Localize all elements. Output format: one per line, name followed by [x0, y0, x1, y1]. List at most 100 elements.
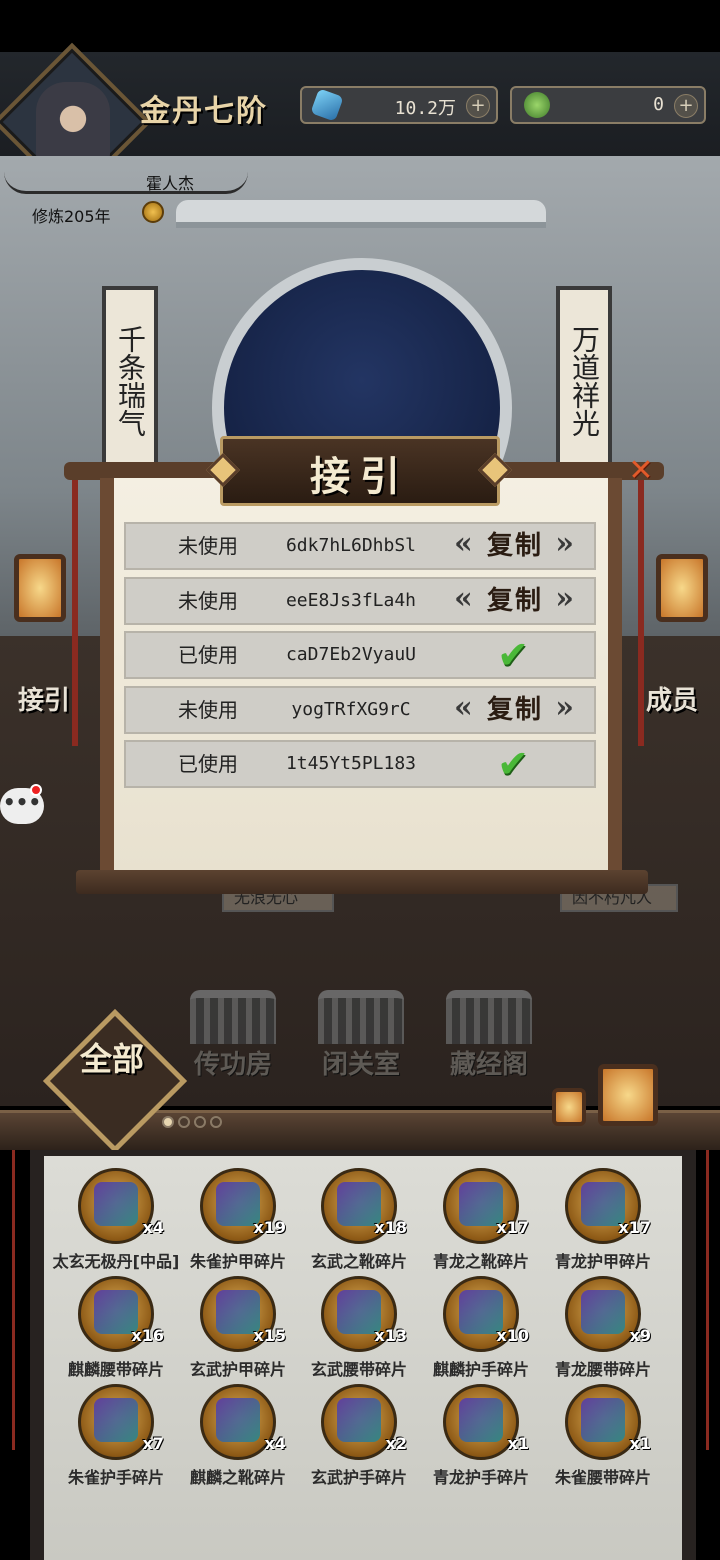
checkmark-icon: ✔	[497, 742, 529, 786]
members-entry[interactable]: 成员	[646, 680, 698, 717]
item-count: x1	[629, 1434, 651, 1453]
item-name: 朱雀腰带碎片	[554, 1468, 651, 1487]
couplet-right: 万道祥光	[556, 286, 612, 466]
item-name: 麒麟护手碎片	[432, 1360, 529, 1379]
couplet-left: 千条瑞气	[102, 286, 158, 466]
banner-pole-right	[638, 480, 644, 746]
item-count: x10	[496, 1326, 529, 1345]
lantern-right	[656, 554, 708, 622]
training-room-icon[interactable]	[190, 990, 276, 1044]
redeem-code: caD7Eb2VyauU	[285, 644, 417, 665]
add-jade-button[interactable]: +	[674, 94, 698, 118]
library-icon[interactable]	[446, 990, 532, 1044]
player-name: 霍人杰	[146, 174, 195, 193]
item-count: x7	[142, 1434, 164, 1453]
inventory-item[interactable]: x18 玄武之靴碎片	[299, 1168, 419, 1276]
checkmark-icon: ✔	[497, 633, 529, 677]
inventory-item[interactable]: x2 玄武护手碎片	[299, 1384, 419, 1492]
inventory-item[interactable]: x16 麒麟腰带碎片	[56, 1276, 176, 1384]
item-name: 玄武护手碎片	[310, 1468, 407, 1487]
jade-amount: 0	[653, 94, 664, 115]
item-count: x4	[142, 1218, 164, 1237]
item-count: x16	[131, 1326, 164, 1345]
item-count: x15	[253, 1326, 286, 1345]
crystal-icon	[310, 88, 344, 122]
copy-button[interactable]: 复制	[454, 690, 576, 728]
inventory-item[interactable]: x1 朱雀腰带碎片	[543, 1384, 663, 1492]
item-name: 麒麟腰带碎片	[67, 1360, 164, 1379]
inventory-item[interactable]: x7 朱雀护手碎片	[56, 1384, 176, 1492]
code-row: 已使用 1t45Yt5PL183 ✔	[124, 740, 596, 788]
item-name: 青龙之靴碎片	[432, 1252, 529, 1271]
lantern-left	[14, 554, 66, 622]
page-dot	[178, 1116, 190, 1128]
page-dot-active	[162, 1116, 174, 1128]
cultivation-years: 修炼205年	[32, 207, 111, 226]
redeem-code: yogTRfXG9rC	[291, 698, 411, 720]
dialog-title: 接引	[310, 453, 410, 500]
inventory-item[interactable]: x1 青龙护手碎片	[421, 1384, 541, 1492]
inventory-item[interactable]: x15 玄武护甲碎片	[178, 1276, 298, 1384]
tab-all[interactable]: 全部	[62, 1040, 162, 1078]
inventory-item[interactable]: x10 麒麟护手碎片	[421, 1276, 541, 1384]
inventory-item[interactable]: x4 太玄无极丹[中品]	[53, 1168, 179, 1276]
item-name: 麒麟之靴碎片	[189, 1468, 286, 1487]
item-count: x2	[385, 1434, 407, 1453]
seclusion-room-icon[interactable]	[318, 990, 404, 1044]
redeem-code: eeE8Js3fLa4h	[285, 589, 417, 611]
item-count: x9	[629, 1326, 651, 1345]
item-count: x1	[507, 1434, 529, 1453]
item-name: 玄武护甲碎片	[189, 1360, 286, 1379]
item-name: 朱雀护甲碎片	[189, 1252, 286, 1271]
code-row: 已使用 caD7Eb2VyauU ✔	[124, 631, 596, 679]
rope-left	[12, 1150, 15, 1450]
copy-button[interactable]: 复制	[454, 526, 576, 564]
jade-icon	[524, 92, 550, 118]
banner-pole-left	[72, 480, 78, 746]
avatar[interactable]	[36, 82, 110, 164]
redeem-code: 6dk7hL6DhbSl	[285, 535, 417, 556]
item-name: 朱雀护手碎片	[67, 1468, 164, 1487]
code-row: 未使用eeE8Js3fLa4h复制	[124, 576, 596, 625]
tab-seclusion-room[interactable]: 闭关室	[311, 1044, 411, 1081]
page-dot	[210, 1116, 222, 1128]
guide-entry[interactable]: 接引	[18, 680, 70, 717]
item-count: x17	[496, 1218, 529, 1237]
scroll-rod-bottom	[76, 870, 648, 894]
item-name: 玄武腰带碎片	[310, 1360, 407, 1379]
copy-button[interactable]: 复制	[454, 581, 576, 619]
cultivation-rank: 金丹七阶	[140, 94, 268, 129]
name-ribbon	[4, 172, 248, 194]
coin-icon[interactable]	[142, 201, 164, 223]
item-count: x17	[618, 1218, 651, 1237]
item-name: 青龙护甲碎片	[554, 1252, 651, 1271]
item-count: x18	[374, 1218, 407, 1237]
inventory-item[interactable]: x4 麒麟之靴碎片	[178, 1384, 298, 1492]
gem-resource: 10.2万 +	[300, 86, 498, 124]
inventory-item[interactable]: x9 青龙腰带碎片	[543, 1276, 663, 1384]
item-name: 青龙腰带碎片	[554, 1360, 651, 1379]
item-name: 太玄无极丹[中品]	[52, 1252, 180, 1271]
item-count: x19	[253, 1218, 286, 1237]
inventory-item[interactable]: x17 青龙护甲碎片	[543, 1168, 663, 1276]
add-gems-button[interactable]: +	[466, 94, 490, 118]
item-count: x13	[374, 1326, 407, 1345]
inventory-item[interactable]: x13 玄武腰带碎片	[299, 1276, 419, 1384]
lantern-small	[552, 1088, 586, 1126]
gem-amount: 10.2万	[394, 98, 456, 119]
gate-roof	[176, 200, 546, 228]
redeem-code: 1t45Yt5PL183	[285, 753, 417, 774]
code-row: 未使用6dk7hL6DhbSl复制	[124, 522, 596, 570]
tab-training-room[interactable]: 传功房	[183, 1044, 283, 1081]
lantern-large	[598, 1064, 658, 1126]
tab-library[interactable]: 藏经阁	[439, 1044, 539, 1081]
close-icon[interactable]: ✕	[626, 456, 656, 486]
notification-dot	[30, 784, 42, 796]
rope-right	[706, 1150, 709, 1450]
item-name: 青龙护手碎片	[432, 1468, 529, 1487]
page-dot	[194, 1116, 206, 1128]
item-name: 玄武之靴碎片	[310, 1252, 407, 1271]
item-count: x4	[264, 1434, 286, 1453]
inventory-item[interactable]: x19 朱雀护甲碎片	[178, 1168, 298, 1276]
inventory-item[interactable]: x17 青龙之靴碎片	[421, 1168, 541, 1276]
